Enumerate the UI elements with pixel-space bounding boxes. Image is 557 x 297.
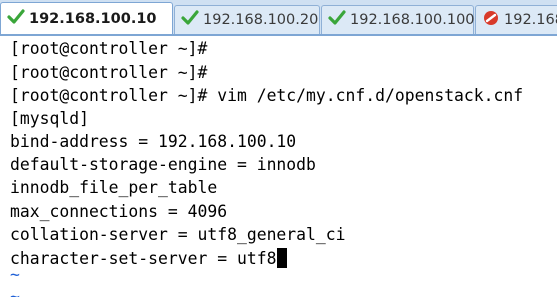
tab-label: 192.168.100.10 [29, 11, 157, 27]
connected-check-icon [7, 9, 25, 25]
terminal-line-text: character-set-server = utf8 [10, 249, 277, 268]
terminal-line: [root@controller ~]# vim /etc/my.cnf.d/o… [10, 86, 524, 105]
session-tab-bar: 192.168.100.10 192.168.100.20 192.168.10… [0, 0, 557, 36]
terminal-line-current: character-set-server = utf8 [10, 248, 288, 270]
terminal-line: innodb_file_per_table [10, 178, 218, 197]
tab-label: 192.168.100.100 [350, 12, 475, 28]
disconnected-icon [482, 10, 500, 26]
terminal-line: [root@controller ~]# [10, 39, 208, 58]
tab-session-4[interactable]: 192.168 [475, 5, 557, 34]
connected-check-icon [181, 10, 199, 26]
text-cursor [277, 248, 288, 268]
terminal-line: max_connections = 4096 [10, 202, 228, 221]
terminal-line: [mysqld] [10, 109, 89, 128]
tab-label: 192.168.100.20 [203, 12, 319, 28]
terminal-line: bind-address = 192.168.100.10 [10, 132, 297, 151]
terminal-line: [root@controller ~]# [10, 63, 208, 82]
tab-session-1[interactable]: 192.168.100.10 [0, 2, 173, 34]
terminal-view[interactable]: [root@controller ~]# [root@controller ~]… [0, 36, 557, 297]
empty-line-marker: ~ [10, 287, 20, 297]
empty-line-marker: ~ [10, 265, 20, 284]
connected-check-icon [328, 10, 346, 26]
terminal-line: default-storage-engine = innodb [10, 155, 316, 174]
terminal-line: collation-server = utf8_general_ci [10, 225, 346, 244]
tab-session-2[interactable]: 192.168.100.20 [174, 5, 320, 34]
tab-session-3[interactable]: 192.168.100.100 [321, 5, 475, 34]
tab-label: 192.168 [504, 12, 557, 28]
